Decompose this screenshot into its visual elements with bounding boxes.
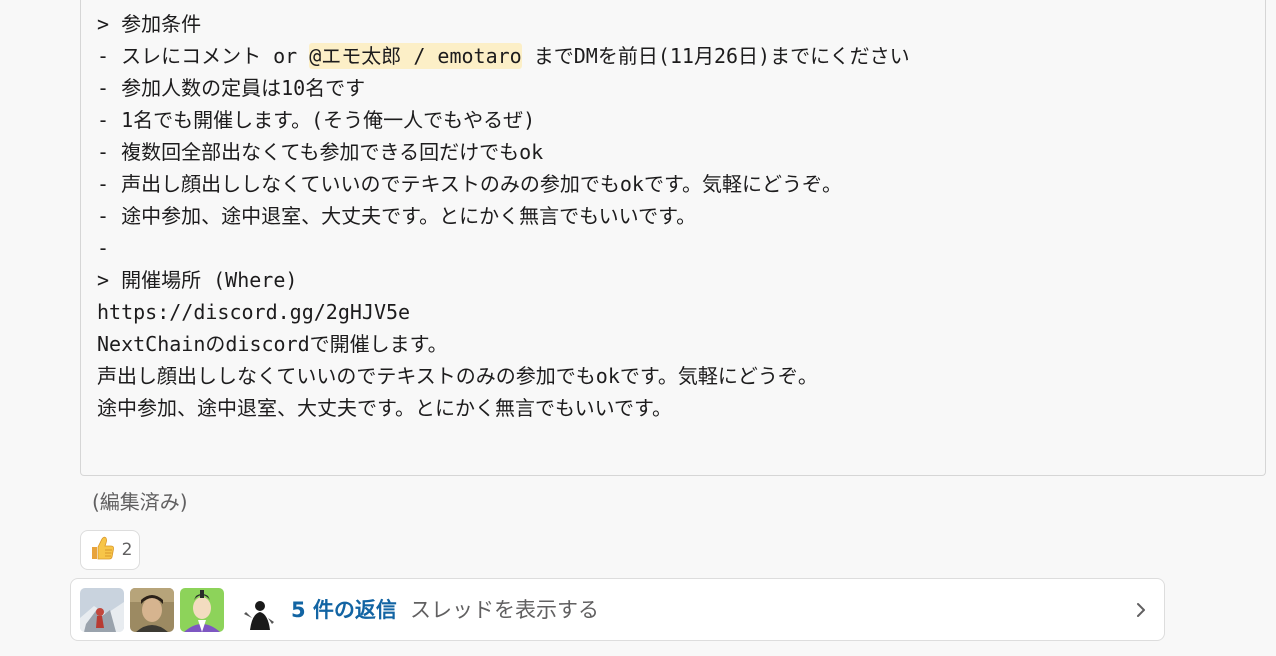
code-line: - 1名でも開催します。(そう俺一人でもやるぜ) (97, 108, 536, 132)
thread-replies-bar[interactable]: 5 件の返信 スレッドを表示する (70, 578, 1165, 641)
user-mention[interactable]: @エモ太郎 / emotaro (309, 43, 522, 69)
code-line-text: までDMを前日(11月26日)までにください (521, 44, 910, 68)
reaction-thumbs-up-button[interactable]: 2 (80, 530, 140, 570)
avatar[interactable] (80, 588, 124, 632)
reply-count-link[interactable]: 5 件の返信 (291, 579, 397, 642)
code-line: - (97, 236, 110, 260)
code-line: - 途中参加、途中退室、大丈夫です。とにかく無言でもいいです。 (97, 204, 697, 228)
code-line: - 複数回全部出なくても参加できる回だけでもok (97, 140, 544, 164)
code-line-url: https://discord.gg/2gHJV5e (97, 300, 411, 324)
avatar[interactable] (180, 588, 224, 632)
avatar[interactable] (238, 588, 282, 632)
code-line: > 開催場所 (Where) (97, 268, 298, 292)
avatar[interactable] (130, 588, 174, 632)
code-line-with-mention: - スレにコメント or @エモ太郎 / emotaro までDMを前日(11月… (97, 40, 910, 72)
reaction-count: 2 (121, 540, 133, 560)
code-block: > 参加条件 - スレにコメント or @エモ太郎 / emotaro までDM… (80, 0, 1266, 476)
code-line: 声出し顔出ししなくていいのでテキストのみの参加でもokです。気軽にどうぞ。 (97, 364, 818, 388)
code-line: NextChainのdiscordで開催します。 (97, 332, 448, 356)
thumbs-up-icon (88, 534, 116, 566)
view-thread-label: スレッドを表示する (410, 598, 599, 622)
edited-label: (編集済み) (92, 490, 188, 514)
code-line: > 参加条件 (97, 12, 202, 36)
code-line: 途中参加、途中退室、大丈夫です。とにかく無言でもいいです。 (97, 396, 672, 420)
code-line: - 参加人数の定員は10名です (97, 76, 366, 100)
code-line-text: - スレにコメント or (97, 44, 310, 68)
chevron-right-icon (1132, 601, 1150, 619)
code-line: - 声出し顔出ししなくていいのでテキストのみの参加でもokです。気軽にどうぞ。 (97, 172, 842, 196)
